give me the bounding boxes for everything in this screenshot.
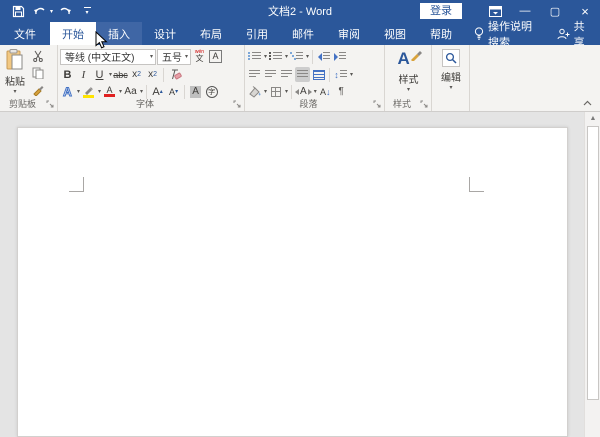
tab-mailings[interactable]: 邮件 bbox=[280, 22, 326, 45]
subscript-button[interactable]: x2 bbox=[129, 67, 144, 82]
line-spacing-button[interactable]: ↕ bbox=[333, 67, 348, 82]
cut-icon[interactable] bbox=[30, 48, 45, 63]
align-right-button[interactable] bbox=[279, 67, 294, 82]
undo-dropdown-icon[interactable]: ▾ bbox=[50, 8, 53, 15]
lightbulb-icon bbox=[474, 27, 484, 40]
group-editing: 编辑 ▾ bbox=[432, 45, 470, 111]
align-left-button[interactable] bbox=[247, 67, 262, 82]
group-clipboard: 粘贴 ▾ 剪贴板 bbox=[0, 45, 58, 111]
document-area: ▲ bbox=[0, 112, 600, 437]
clipboard-dialog-launcher-icon[interactable] bbox=[46, 100, 55, 109]
numbering-button[interactable] bbox=[268, 49, 283, 64]
tab-references[interactable]: 引用 bbox=[234, 22, 280, 45]
ribbon: 粘贴 ▾ 剪贴板 等线 (中文正文) ▾ 五号 ▾ wén 文 A B I U … bbox=[0, 45, 600, 112]
paste-button[interactable]: 粘贴 ▾ bbox=[0, 45, 30, 99]
styles-icon: A bbox=[398, 49, 422, 69]
paste-clipboard-icon bbox=[6, 49, 24, 71]
vertical-scrollbar[interactable]: ▲ bbox=[584, 112, 600, 437]
font-name-dropdown-icon[interactable]: ▾ bbox=[150, 53, 153, 60]
copy-icon[interactable] bbox=[30, 65, 45, 80]
tab-help[interactable]: 帮助 bbox=[418, 22, 464, 45]
font-size-combobox[interactable]: 五号 ▾ bbox=[157, 48, 191, 65]
font-group-label: 字体 bbox=[135, 99, 154, 109]
increase-indent-button[interactable] bbox=[332, 49, 347, 64]
bullets-button[interactable] bbox=[247, 49, 262, 64]
margin-crop-mark-right bbox=[469, 177, 484, 192]
share-button[interactable]: 共享 bbox=[553, 21, 600, 49]
tab-view[interactable]: 视图 bbox=[372, 22, 418, 45]
find-magnifier-icon bbox=[442, 49, 460, 67]
tab-insert[interactable]: 插入 bbox=[96, 22, 142, 45]
document-page[interactable] bbox=[17, 127, 568, 437]
bold-button[interactable]: B bbox=[60, 67, 75, 82]
margin-crop-mark-left bbox=[69, 177, 84, 192]
collapse-ribbon-icon[interactable] bbox=[580, 97, 594, 108]
justify-button[interactable] bbox=[295, 67, 310, 82]
sign-in-button[interactable]: 登录 bbox=[420, 3, 462, 19]
share-person-icon bbox=[557, 28, 570, 40]
tab-layout[interactable]: 布局 bbox=[188, 22, 234, 45]
font-name-combobox[interactable]: 等线 (中文正文) ▾ bbox=[60, 48, 156, 65]
quick-access-toolbar: ▾ ▾ bbox=[0, 2, 97, 20]
multilevel-list-button[interactable] bbox=[289, 49, 304, 64]
group-font: 等线 (中文正文) ▾ 五号 ▾ wén 文 A B I U ▾ abc x 2… bbox=[58, 45, 245, 111]
distributed-button[interactable] bbox=[311, 67, 326, 82]
clipboard-group-label: 剪贴板 bbox=[8, 99, 36, 109]
underline-dropdown-icon[interactable]: ▾ bbox=[109, 71, 112, 78]
paragraph-group-label: 段落 bbox=[299, 99, 318, 109]
redo-icon[interactable] bbox=[55, 2, 75, 20]
group-styles: A 样式 ▾ 样式 bbox=[385, 45, 432, 111]
character-border-button[interactable]: A bbox=[208, 49, 223, 64]
tab-home[interactable]: 开始 bbox=[50, 22, 96, 45]
strikethrough-button[interactable]: abc bbox=[113, 67, 128, 82]
paragraph-dialog-launcher-icon[interactable] bbox=[373, 100, 382, 109]
decrease-indent-button[interactable] bbox=[316, 49, 331, 64]
clear-formatting-button[interactable] bbox=[167, 67, 182, 82]
scrollbar-up-icon[interactable]: ▲ bbox=[585, 112, 600, 125]
group-paragraph: ▾ ▾ ▾ ↕ ▾ ▾ ▾ A ▾ A ↓ ¶ 段落 bbox=[245, 45, 385, 111]
save-icon[interactable] bbox=[8, 2, 28, 20]
tab-file[interactable]: 文件 bbox=[0, 22, 50, 45]
font-size-dropdown-icon[interactable]: ▾ bbox=[185, 53, 188, 60]
ribbon-tab-row: 文件 开始 插入 设计 布局 引用 邮件 审阅 视图 帮助 操作说明搜索 共享 bbox=[0, 21, 600, 49]
tab-design[interactable]: 设计 bbox=[142, 22, 188, 45]
align-center-button[interactable] bbox=[263, 67, 278, 82]
tell-me-search[interactable]: 操作说明搜索 bbox=[464, 21, 553, 49]
paste-label: 粘贴 bbox=[5, 77, 25, 88]
customize-qat-icon[interactable]: ▾ bbox=[77, 2, 97, 20]
styles-group-label: 样式 bbox=[392, 99, 411, 109]
maximize-button[interactable]: ▢ bbox=[540, 0, 570, 22]
styles-dialog-launcher-icon[interactable] bbox=[420, 100, 429, 109]
undo-icon[interactable] bbox=[30, 2, 50, 20]
word-window: ▾ ▾ 文档2 - Word 登录 — ▢ × 文件 开始 插入 设计 布局 引… bbox=[0, 0, 600, 437]
tab-review[interactable]: 审阅 bbox=[326, 22, 372, 45]
scrollbar-thumb[interactable] bbox=[587, 126, 599, 400]
phonetic-guide-button[interactable]: wén 文 bbox=[192, 49, 207, 64]
italic-button[interactable]: I bbox=[76, 67, 91, 82]
format-painter-icon[interactable] bbox=[30, 82, 45, 97]
superscript-button[interactable]: x2 bbox=[145, 67, 160, 82]
underline-button[interactable]: U bbox=[92, 67, 107, 82]
editing-button[interactable]: 编辑 ▾ bbox=[432, 45, 470, 99]
font-dialog-launcher-icon[interactable] bbox=[233, 100, 242, 109]
styles-button[interactable]: A 样式 ▾ bbox=[385, 45, 432, 99]
